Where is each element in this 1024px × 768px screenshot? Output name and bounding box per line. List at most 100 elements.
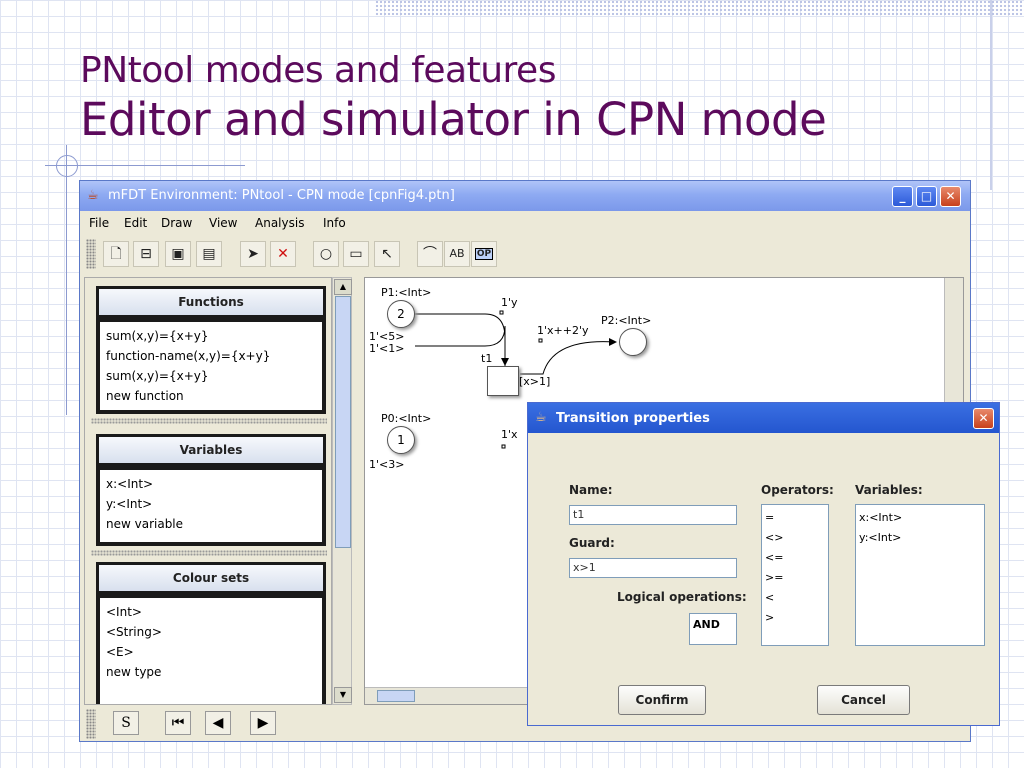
panel-divider[interactable]: [91, 418, 327, 424]
select-button[interactable]: ➤: [240, 241, 266, 267]
logical-operations-list[interactable]: AND: [689, 613, 737, 645]
left-panel-scrollbar[interactable]: ▲ ▼: [332, 277, 352, 705]
toolbar: 🗋 ⊟ ▣ ▤ ➤ ✕ ○ ▭ ↖ ⌒ AB OP: [80, 237, 970, 273]
operators-list[interactable]: = <> <= >= < >: [761, 504, 829, 646]
t1-guard: [x>1]: [519, 375, 551, 388]
transition-properties-dialog: ☕ Transition properties ✕ Name: t1 Guard…: [527, 402, 1000, 726]
confirm-button[interactable]: Confirm: [618, 685, 706, 715]
first-button[interactable]: ⏮: [165, 711, 191, 735]
variable-item[interactable]: y:<Int>: [106, 494, 316, 514]
operator-item[interactable]: <: [765, 588, 825, 608]
arc-tool-button[interactable]: ↖: [374, 241, 400, 267]
scroll-down-arrow-icon[interactable]: ▼: [334, 687, 352, 703]
operator-item[interactable]: >: [765, 608, 825, 628]
guard-label: Guard:: [569, 536, 615, 550]
panel-divider[interactable]: [91, 550, 327, 556]
place-p1[interactable]: 2: [387, 300, 415, 328]
window-title: mFDT Environment: PNtool - CPN mode [cpn…: [108, 188, 455, 203]
new-type-item[interactable]: new type: [106, 662, 316, 682]
place-tool-icon: ○: [319, 246, 333, 262]
logical-operation-item[interactable]: AND: [693, 617, 733, 633]
toolbar-grip[interactable]: [86, 709, 96, 739]
new-variable-item[interactable]: new variable: [106, 514, 316, 534]
dialog-variable-item[interactable]: x:<Int>: [859, 508, 981, 528]
delete-icon: ✕: [277, 246, 289, 262]
minimize-button[interactable]: _: [892, 186, 913, 207]
decor-vertical-line: [66, 145, 67, 415]
menu-file[interactable]: File: [89, 216, 109, 230]
operator-item[interactable]: <>: [765, 528, 825, 548]
function-item[interactable]: sum(x,y)={x+y}: [106, 366, 316, 386]
close-icon: ✕: [945, 189, 956, 203]
functions-header[interactable]: Functions: [96, 286, 326, 318]
maximize-button[interactable]: □: [916, 186, 937, 207]
transition-tool-button[interactable]: ▭: [343, 241, 369, 267]
new-file-button[interactable]: 🗋: [103, 241, 129, 267]
menu-info[interactable]: Info: [323, 216, 346, 230]
java-cup-icon: ☕: [535, 410, 547, 425]
curve-tool-button[interactable]: ⌒: [417, 241, 443, 267]
new-function-item[interactable]: new function: [106, 386, 316, 406]
save-icon: ▣: [171, 246, 185, 262]
menu-analysis[interactable]: Analysis: [255, 216, 304, 230]
decor-circle: [56, 155, 78, 177]
slide-decor-line: [990, 0, 992, 190]
colour-set-item[interactable]: <Int>: [106, 602, 316, 622]
place-tool-button[interactable]: ○: [313, 241, 339, 267]
function-item[interactable]: function-name(x,y)={x+y}: [106, 346, 316, 366]
arc-handle: [538, 338, 543, 343]
slide-top-band: [375, 0, 1024, 16]
dialog-variables-list[interactable]: x:<Int> y:<Int>: [855, 504, 985, 646]
operator-item[interactable]: <=: [765, 548, 825, 568]
colour-sets-header[interactable]: Colour sets: [96, 562, 326, 594]
transition-t1[interactable]: [487, 366, 519, 396]
menu-view[interactable]: View: [209, 216, 237, 230]
variables-list: x:<Int> y:<Int> new variable: [96, 466, 326, 546]
menu-draw[interactable]: Draw: [161, 216, 192, 230]
place-p0[interactable]: 1: [387, 426, 415, 454]
slide-title: PNtool modes and features Editor and sim…: [80, 50, 827, 147]
save-button[interactable]: ▣: [165, 241, 191, 267]
arc-tool-icon: ↖: [381, 246, 393, 262]
operator-item[interactable]: =: [765, 508, 825, 528]
minimize-icon: _: [899, 189, 906, 203]
select-arrow-icon: ➤: [247, 246, 259, 262]
next-button[interactable]: ▶: [250, 711, 276, 735]
slide-title-line2: Editor and simulator in CPN mode: [80, 93, 827, 146]
operator-item[interactable]: >=: [765, 568, 825, 588]
delete-button[interactable]: ✕: [270, 241, 296, 267]
colour-set-item[interactable]: <String>: [106, 622, 316, 642]
text-tool-button[interactable]: AB: [444, 241, 470, 267]
dialog-variable-item[interactable]: y:<Int>: [859, 528, 981, 548]
t1-label: t1: [481, 352, 493, 365]
arc-label-p1-t1: 1'y: [501, 296, 518, 309]
name-field[interactable]: t1: [569, 505, 737, 525]
dialog-titlebar[interactable]: ☕ Transition properties ✕: [528, 403, 999, 433]
open-file-icon: ⊟: [140, 246, 152, 262]
arc-handle: [499, 310, 504, 315]
toolbar-grip[interactable]: [86, 239, 96, 269]
save-as-button[interactable]: ▤: [196, 241, 222, 267]
cancel-button[interactable]: Cancel: [817, 685, 910, 715]
operator-tool-icon: OP: [474, 248, 494, 260]
arc-label-p0-t1: 1'x: [501, 428, 518, 441]
open-file-button[interactable]: ⊟: [133, 241, 159, 267]
close-button[interactable]: ✕: [940, 186, 961, 207]
operator-tool-button[interactable]: OP: [471, 241, 497, 267]
arc-arrowhead: [609, 338, 617, 346]
place-p2[interactable]: [619, 328, 647, 356]
previous-button[interactable]: ◀: [205, 711, 231, 735]
function-item[interactable]: sum(x,y)={x+y}: [106, 326, 316, 346]
scroll-thumb[interactable]: [335, 296, 351, 548]
menu-edit[interactable]: Edit: [124, 216, 147, 230]
variable-item[interactable]: x:<Int>: [106, 474, 316, 494]
dialog-close-button[interactable]: ✕: [973, 408, 994, 429]
window-titlebar[interactable]: ☕ mFDT Environment: PNtool - CPN mode [c…: [80, 181, 970, 211]
guard-field[interactable]: x>1: [569, 558, 737, 578]
p1-token-count: 2: [397, 307, 405, 321]
step-s-button[interactable]: S: [113, 711, 139, 735]
scroll-thumb[interactable]: [377, 690, 415, 702]
variables-header[interactable]: Variables: [96, 434, 326, 466]
scroll-up-arrow-icon[interactable]: ▲: [334, 279, 352, 295]
colour-set-item[interactable]: <E>: [106, 642, 316, 662]
